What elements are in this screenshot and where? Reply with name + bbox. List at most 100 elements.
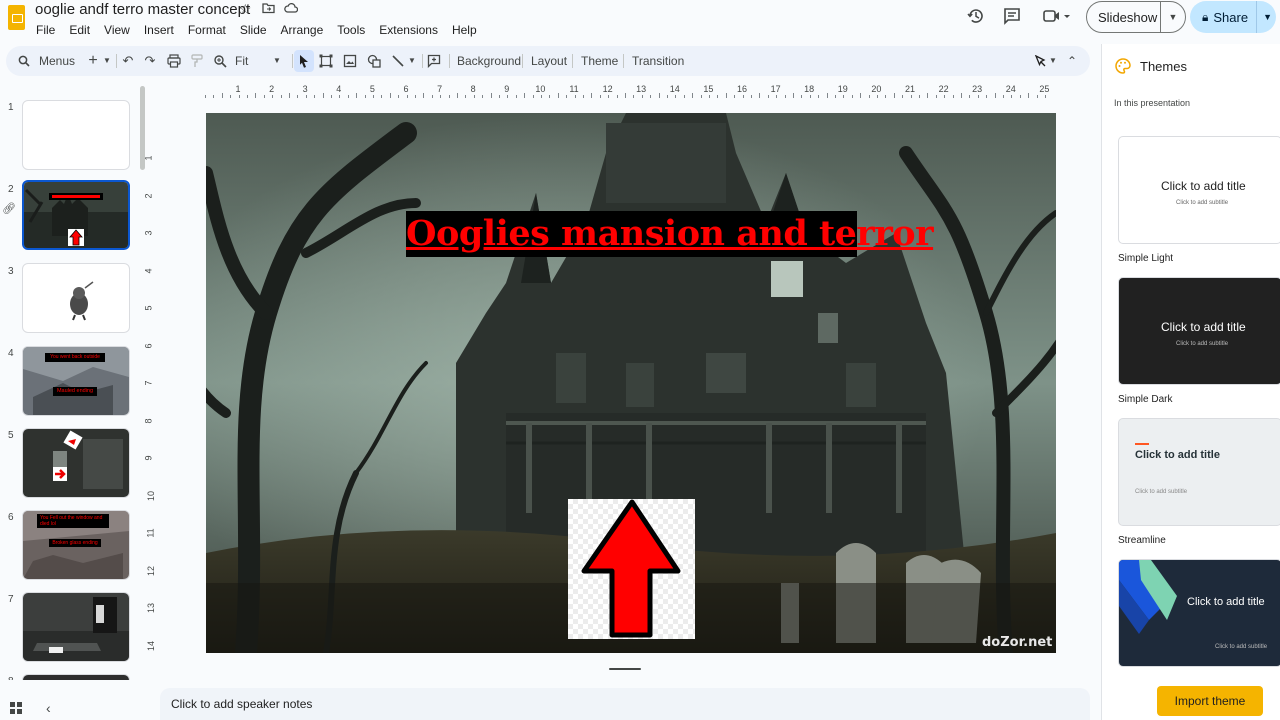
- slide-thumbnail-8[interactable]: [22, 674, 130, 680]
- menu-bar: File Edit View Insert Format Slide Arran…: [29, 22, 484, 38]
- collapse-toolbar-icon[interactable]: ⌃: [1064, 50, 1080, 72]
- new-slide-dropdown-icon[interactable]: ▼: [102, 50, 112, 72]
- theme-card-subtitle: Click to add subtitle: [1135, 489, 1188, 495]
- menu-help[interactable]: Help: [445, 22, 484, 38]
- ruler-tick: [885, 95, 887, 98]
- slide-title[interactable]: Ooglies mansion and terror: [406, 211, 934, 257]
- ruler-tick: [1036, 95, 1038, 98]
- notes-resize-handle[interactable]: [609, 668, 641, 670]
- theme-button[interactable]: Theme: [581, 50, 618, 72]
- redo-icon[interactable]: ↷: [142, 50, 158, 72]
- toolbar-divider: [292, 54, 293, 68]
- red-arrow-image[interactable]: [568, 499, 695, 639]
- ruler-tick: [683, 95, 685, 98]
- zoom-icon[interactable]: [211, 50, 229, 72]
- ruler-tick: [801, 95, 803, 98]
- select-frame-icon[interactable]: [317, 50, 335, 72]
- ruler-number: 1: [143, 155, 154, 161]
- slide-canvas[interactable]: Ooglies mansion and terror doZor.net: [206, 113, 1056, 653]
- slideshow-label[interactable]: Slideshow: [1087, 10, 1160, 25]
- ruler-tick: [877, 95, 878, 98]
- ruler-tick: [381, 95, 383, 98]
- speaker-notes-placeholder[interactable]: Click to add speaker notes: [171, 697, 312, 711]
- grid-view-icon[interactable]: [10, 702, 22, 717]
- menu-file[interactable]: File: [29, 22, 62, 38]
- theme-card-simple-dark[interactable]: Click to add title Click to add subtitle: [1118, 277, 1280, 385]
- document-title[interactable]: ooglie andf terro master concept: [35, 1, 250, 18]
- menu-insert[interactable]: Insert: [137, 22, 181, 38]
- pen-dropdown-icon[interactable]: ▼: [1048, 50, 1058, 72]
- search-menus[interactable]: Menus: [10, 49, 82, 73]
- ruler-tick: [448, 95, 450, 98]
- share-dropdown-icon[interactable]: ▼: [1263, 12, 1272, 22]
- ruler-number: 12: [602, 84, 613, 94]
- ruler-tick: [809, 95, 811, 98]
- background-button[interactable]: Background: [457, 50, 521, 72]
- menu-slide[interactable]: Slide: [233, 22, 274, 38]
- slide-thumbnail-2[interactable]: [22, 180, 130, 250]
- ruler-tick: [322, 93, 324, 98]
- menu-tools[interactable]: Tools: [330, 22, 372, 38]
- title-textbox[interactable]: Ooglies mansion and terror: [406, 211, 934, 257]
- share-divider: [1256, 1, 1258, 33]
- ruler-number: 13: [146, 602, 157, 614]
- menu-edit[interactable]: Edit: [62, 22, 97, 38]
- slideshow-button[interactable]: Slideshow ▼: [1086, 1, 1186, 33]
- add-comment-icon[interactable]: [425, 50, 443, 72]
- star-icon[interactable]: ☆: [239, 1, 252, 18]
- menu-format[interactable]: Format: [181, 22, 233, 38]
- pen-cursor-icon[interactable]: [1032, 50, 1048, 72]
- slide-thumbnail-5[interactable]: [22, 428, 130, 498]
- move-folder-icon[interactable]: [262, 1, 275, 17]
- line-dropdown-icon[interactable]: ▼: [407, 50, 417, 72]
- app-header: ooglie andf terro master concept ☆ File …: [0, 0, 1280, 44]
- theme-card-streamline[interactable]: Click to add title Click to add subtitle: [1118, 418, 1280, 526]
- import-theme-button[interactable]: Import theme: [1157, 686, 1263, 716]
- layout-button[interactable]: Layout: [531, 50, 567, 72]
- share-button[interactable]: 🔒︎ Share ▼: [1190, 1, 1276, 33]
- ruler-tick: [658, 93, 660, 98]
- select-cursor-icon[interactable]: [294, 50, 314, 72]
- comments-icon[interactable]: [1000, 7, 1024, 29]
- cloud-saved-icon[interactable]: [284, 1, 299, 17]
- collapse-filmstrip-icon[interactable]: ‹: [46, 700, 51, 716]
- menu-view[interactable]: View: [97, 22, 137, 38]
- shape-icon[interactable]: [365, 50, 383, 72]
- new-slide-icon[interactable]: +: [86, 50, 100, 72]
- ruler-number: 14: [669, 84, 680, 94]
- line-icon[interactable]: [389, 50, 407, 72]
- ruler-number: 2: [269, 84, 275, 94]
- slide-thumbnail-3[interactable]: [22, 263, 130, 333]
- image-icon[interactable]: [341, 50, 359, 72]
- zoom-select[interactable]: Fit: [235, 50, 248, 72]
- horizontal-ruler: 1 2 3 4 5 6 7 8 9 10 11 12 13 14 15 16 17 18 19 20 21 22 23 24 2…: [205, 84, 1057, 98]
- menu-extensions[interactable]: Extensions: [372, 22, 445, 38]
- share-label[interactable]: Share: [1213, 10, 1248, 25]
- ruler-tick: [1028, 93, 1030, 98]
- transition-button[interactable]: Transition: [632, 50, 684, 72]
- slides-logo-icon[interactable]: [8, 5, 25, 30]
- speaker-notes[interactable]: Click to add speaker notes: [160, 688, 1090, 720]
- zoom-dropdown-icon[interactable]: ▼: [272, 50, 282, 72]
- ruler-tick: [364, 95, 366, 98]
- paint-format-icon[interactable]: [188, 50, 206, 72]
- ruler-tick: [339, 95, 341, 98]
- menu-arrange[interactable]: Arrange: [274, 22, 331, 38]
- ruler-tick: [465, 95, 467, 98]
- version-history-icon[interactable]: [964, 7, 988, 29]
- ruler-tick: [347, 95, 349, 98]
- theme-card-focus[interactable]: Click to add title Click to add subtitle: [1118, 559, 1280, 667]
- theme-card-simple-light[interactable]: Click to add title Click to add subtitle: [1118, 136, 1280, 244]
- slide-thumbnail-1[interactable]: [22, 100, 130, 170]
- undo-icon[interactable]: ↶: [120, 50, 136, 72]
- print-icon[interactable]: [165, 50, 183, 72]
- slide-number: 3: [8, 266, 14, 277]
- ruler-tick: [986, 95, 988, 98]
- slide-thumbnail-4[interactable]: You went back outside Mauled ending: [22, 346, 130, 416]
- meet-video-icon[interactable]: [1040, 7, 1074, 29]
- toolbar-divider: [623, 54, 624, 68]
- thumb-caption: Mauled ending: [53, 387, 97, 396]
- slide-thumbnail-7[interactable]: [22, 592, 130, 662]
- slide-thumbnail-6[interactable]: You Fell out the window and died lol Bro…: [22, 510, 130, 580]
- slideshow-dropdown-icon[interactable]: ▼: [1161, 12, 1185, 22]
